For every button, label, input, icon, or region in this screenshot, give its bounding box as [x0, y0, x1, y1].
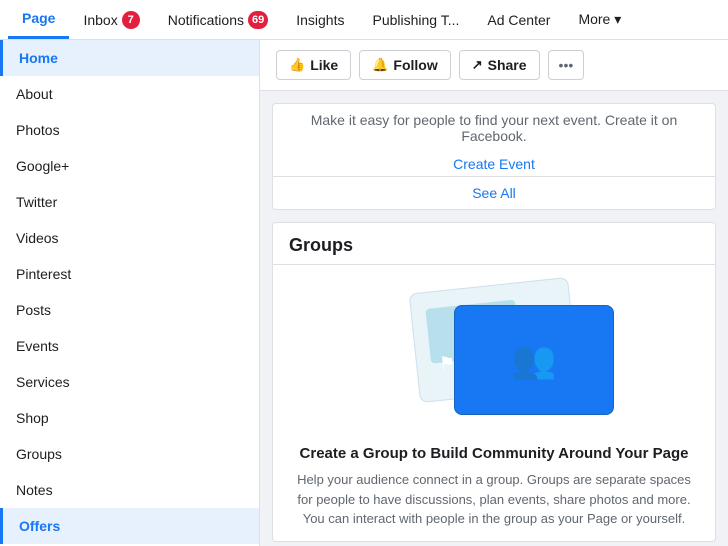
- sidebar-item-services[interactable]: Services: [0, 364, 259, 400]
- nav-publishing[interactable]: Publishing T...: [358, 0, 473, 39]
- nav-insights[interactable]: Insights: [282, 0, 358, 39]
- sidebar-item-events[interactable]: Events: [0, 328, 259, 364]
- layout: Home About Photos Google+ Twitter Videos…: [0, 40, 728, 546]
- sidebar-item-posts[interactable]: Posts: [0, 292, 259, 328]
- sidebar-item-twitter[interactable]: Twitter: [0, 184, 259, 220]
- thumbsup-icon: 👍: [289, 57, 305, 73]
- nav-adcenter[interactable]: Ad Center: [473, 0, 564, 39]
- illustration-wrapper: ⚑ 👥: [394, 285, 594, 425]
- main-content: 👍 Like 🔔 Follow ↗ Share ••• Make it easy…: [260, 40, 728, 546]
- sidebar-item-videos[interactable]: Videos: [0, 220, 259, 256]
- nav-page[interactable]: Page: [8, 0, 69, 39]
- groups-cta-desc: Help your audience connect in a group. G…: [273, 470, 715, 541]
- follow-button[interactable]: 🔔 Follow: [359, 50, 451, 80]
- sidebar-item-shop[interactable]: Shop: [0, 400, 259, 436]
- groups-illustration: ⚑ 👥: [273, 265, 715, 445]
- nav-inbox[interactable]: Inbox 7: [69, 0, 153, 39]
- events-card: Make it easy for people to find your nex…: [272, 103, 716, 210]
- groups-card: Groups ⚑ 👥 Create a Group to Build Commu…: [272, 222, 716, 542]
- sidebar-item-about[interactable]: About: [0, 76, 259, 112]
- group-people-icon: 👥: [512, 339, 557, 381]
- bell-icon: 🔔: [372, 57, 388, 73]
- sidebar-item-photos[interactable]: Photos: [0, 112, 259, 148]
- share-icon: ↗: [472, 57, 483, 73]
- nav-more[interactable]: More ▾: [564, 0, 635, 39]
- sidebar: Home About Photos Google+ Twitter Videos…: [0, 40, 260, 546]
- sidebar-item-notes[interactable]: Notes: [0, 472, 259, 508]
- sidebar-item-pinterest[interactable]: Pinterest: [0, 256, 259, 292]
- groups-cta-title: Create a Group to Build Community Around…: [273, 445, 715, 470]
- illustration-card-front: 👥: [454, 305, 614, 415]
- action-bar: 👍 Like 🔔 Follow ↗ Share •••: [260, 40, 728, 91]
- create-event-link[interactable]: Create Event: [273, 152, 715, 176]
- sidebar-item-groups[interactable]: Groups: [0, 436, 259, 472]
- share-button[interactable]: ↗ Share: [459, 50, 540, 80]
- like-button[interactable]: 👍 Like: [276, 50, 351, 80]
- see-all-link[interactable]: See All: [273, 177, 715, 209]
- sidebar-item-home[interactable]: Home: [0, 40, 259, 76]
- sidebar-item-googleplus[interactable]: Google+: [0, 148, 259, 184]
- sidebar-item-offers[interactable]: Offers: [0, 508, 259, 544]
- events-description: Make it easy for people to find your nex…: [273, 104, 715, 152]
- top-nav: Page Inbox 7 Notifications 69 Insights P…: [0, 0, 728, 40]
- nav-notifications[interactable]: Notifications 69: [154, 0, 283, 39]
- groups-title: Groups: [273, 223, 715, 264]
- more-options-button[interactable]: •••: [548, 50, 585, 80]
